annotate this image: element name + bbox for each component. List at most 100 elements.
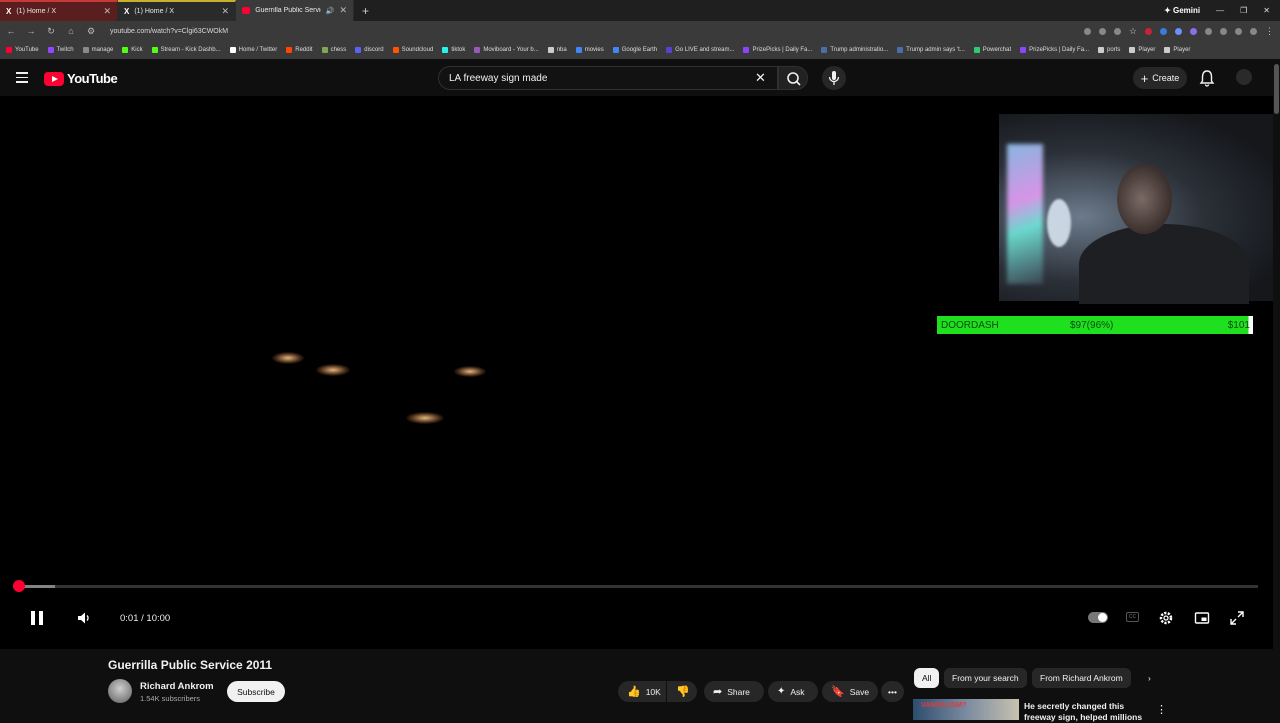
bookmark-item[interactable]: Trump administratio... bbox=[821, 47, 888, 53]
video-player[interactable]: DOORDASH $97(96%) $101 0:01 / 10:00 CC bbox=[0, 96, 1273, 649]
chip-from-channel[interactable]: From Richard Ankrom bbox=[1032, 668, 1131, 688]
close-icon[interactable]: ✕ bbox=[103, 6, 111, 17]
menu-icon[interactable] bbox=[16, 72, 28, 86]
chip-from-your-search[interactable]: From your search bbox=[944, 668, 1027, 688]
extension-icon[interactable] bbox=[1083, 27, 1091, 35]
chip-all[interactable]: All bbox=[914, 668, 940, 688]
bookmark-item[interactable]: Player bbox=[1129, 47, 1155, 53]
captions-button[interactable]: CC bbox=[1126, 612, 1139, 622]
bookmark-item[interactable]: Trump admin says 't... bbox=[897, 47, 965, 53]
thumbs-up-icon: 👍 bbox=[627, 686, 641, 698]
autoplay-toggle[interactable] bbox=[1088, 612, 1108, 623]
clear-search-icon[interactable]: ✕ bbox=[755, 70, 766, 86]
star-icon[interactable]: ☆ bbox=[1129, 26, 1137, 37]
minimize-button[interactable]: — bbox=[1216, 6, 1224, 15]
speaker-icon[interactable]: 🔊 bbox=[326, 7, 335, 15]
voice-search-button[interactable] bbox=[822, 66, 846, 90]
bookmark-item[interactable]: PrizePicks | Daily Fa... bbox=[743, 47, 812, 53]
like-button[interactable]: 👍 10K bbox=[618, 681, 666, 702]
more-vertical-icon[interactable]: ⋮ bbox=[1156, 703, 1167, 716]
share-button[interactable]: ➦ Share bbox=[704, 681, 764, 702]
bookmark-item[interactable]: Google Earth bbox=[612, 47, 657, 53]
share-icon[interactable] bbox=[1113, 27, 1121, 35]
close-icon[interactable]: ✕ bbox=[339, 5, 347, 16]
extension-icon[interactable] bbox=[1145, 27, 1152, 35]
subscriber-count: 1.54K subscribers bbox=[140, 694, 201, 703]
save-button[interactable]: 🔖 Save bbox=[822, 681, 878, 702]
reload-icon[interactable]: ↻ bbox=[46, 26, 56, 37]
bookmark-item[interactable]: manage bbox=[82, 47, 113, 53]
new-tab-button[interactable]: + bbox=[354, 0, 377, 21]
extension-icon[interactable] bbox=[1190, 27, 1197, 35]
chevron-right-icon[interactable]: › bbox=[1140, 668, 1159, 688]
bookmark-item[interactable]: chess bbox=[321, 47, 346, 53]
extension-icon[interactable] bbox=[1160, 27, 1167, 35]
bookmark-item[interactable]: YouTube bbox=[6, 47, 39, 53]
video-title: Guerrilla Public Service 2011 bbox=[108, 658, 273, 672]
window-close-button[interactable]: ✕ bbox=[1263, 6, 1270, 15]
volume-button[interactable] bbox=[76, 610, 92, 626]
bookmark-label: Powerchat bbox=[982, 47, 1012, 53]
profile-icon[interactable] bbox=[1250, 27, 1257, 35]
extension-icon[interactable] bbox=[1175, 27, 1182, 35]
account-avatar[interactable] bbox=[1236, 69, 1252, 85]
progress-bar[interactable] bbox=[18, 585, 1258, 588]
subscribe-button[interactable]: Subscribe bbox=[227, 681, 285, 702]
pause-button[interactable] bbox=[29, 609, 45, 627]
miniplayer-button[interactable] bbox=[1194, 610, 1210, 626]
restore-button[interactable]: ❐ bbox=[1240, 6, 1247, 15]
bookmark-item[interactable]: Kick bbox=[122, 47, 143, 53]
url-field[interactable]: youtube.com/watch?v=Clgi63CWOkM bbox=[110, 28, 228, 35]
sidebar-icon[interactable] bbox=[1220, 27, 1227, 35]
bookmark-item[interactable]: Reddit bbox=[286, 47, 313, 53]
notifications-bell-icon[interactable] bbox=[1199, 69, 1215, 87]
settings-button[interactable] bbox=[1158, 610, 1174, 626]
bookmark-item[interactable]: movies bbox=[575, 47, 604, 53]
bookmark-item[interactable]: ports bbox=[1098, 47, 1120, 53]
bookmark-item[interactable]: Twitch bbox=[47, 47, 74, 53]
bookmark-item[interactable]: PrizePicks | Daily Fa... bbox=[1020, 47, 1089, 53]
forward-icon[interactable]: → bbox=[26, 26, 36, 36]
ask-button[interactable]: ✦ Ask bbox=[768, 681, 818, 702]
bookmark-item[interactable]: Home / Twitter bbox=[229, 47, 277, 53]
gemini-button[interactable]: ✦ Gemini bbox=[1164, 6, 1200, 15]
search-button[interactable] bbox=[778, 66, 808, 90]
extensions-puzzle-icon[interactable] bbox=[1205, 27, 1212, 35]
page-scrollbar[interactable] bbox=[1273, 60, 1280, 720]
site-info-icon[interactable]: ⚙ bbox=[86, 26, 96, 37]
browser-tab-x-1[interactable]: X (1) Home / X ✕ bbox=[0, 0, 118, 21]
bookmark-favicon-icon bbox=[321, 47, 328, 53]
back-icon[interactable]: ← bbox=[6, 26, 16, 36]
bookmark-item[interactable]: Go LIVE and stream... bbox=[666, 47, 734, 53]
bookmark-item[interactable]: Moviboard - Your b... bbox=[474, 47, 539, 53]
recommended-thumbnail[interactable]: VANDALISM? bbox=[913, 699, 1019, 720]
fullscreen-button[interactable] bbox=[1229, 610, 1245, 626]
tab-title: (1) Home / X bbox=[134, 8, 175, 15]
browser-tab-x-2[interactable]: X (1) Home / X ✕ bbox=[118, 0, 236, 21]
bookmark-item[interactable]: tiktok bbox=[442, 47, 465, 53]
bookmark-favicon-icon bbox=[897, 47, 904, 53]
bookmark-item[interactable]: Player bbox=[1164, 47, 1190, 53]
bookmark-label: YouTube bbox=[15, 47, 39, 53]
thumbnail-text: VANDALISM? bbox=[921, 702, 967, 709]
bookmark-item[interactable]: nba bbox=[547, 47, 567, 53]
bookmark-item[interactable]: discord bbox=[355, 47, 384, 53]
search-input[interactable]: LA freeway sign made bbox=[438, 66, 778, 90]
bookmark-item[interactable]: Soundcloud bbox=[392, 47, 433, 53]
channel-avatar[interactable] bbox=[108, 679, 132, 703]
downloads-icon[interactable] bbox=[1235, 27, 1242, 35]
zoom-icon[interactable] bbox=[1098, 27, 1106, 35]
browser-tab-youtube[interactable]: Guerrilla Public Service 201 🔊 ✕ bbox=[236, 0, 354, 21]
bookmark-item[interactable]: Stream - Kick Dashb... bbox=[151, 47, 221, 53]
like-count: 10K bbox=[645, 686, 661, 697]
channel-name[interactable]: Richard Ankrom bbox=[140, 681, 214, 692]
more-actions-button[interactable]: ••• bbox=[881, 681, 904, 702]
bookmark-item[interactable]: Powerchat bbox=[973, 47, 1012, 53]
scrubber-handle[interactable] bbox=[13, 580, 25, 592]
home-icon[interactable]: ⌂ bbox=[66, 26, 76, 36]
create-button[interactable]: + Create bbox=[1133, 67, 1187, 89]
close-icon[interactable]: ✕ bbox=[221, 6, 229, 17]
youtube-logo[interactable]: YouTube bbox=[44, 71, 118, 86]
menu-icon[interactable]: ⋮ bbox=[1265, 26, 1274, 37]
dislike-button[interactable]: 👎 bbox=[667, 681, 697, 702]
